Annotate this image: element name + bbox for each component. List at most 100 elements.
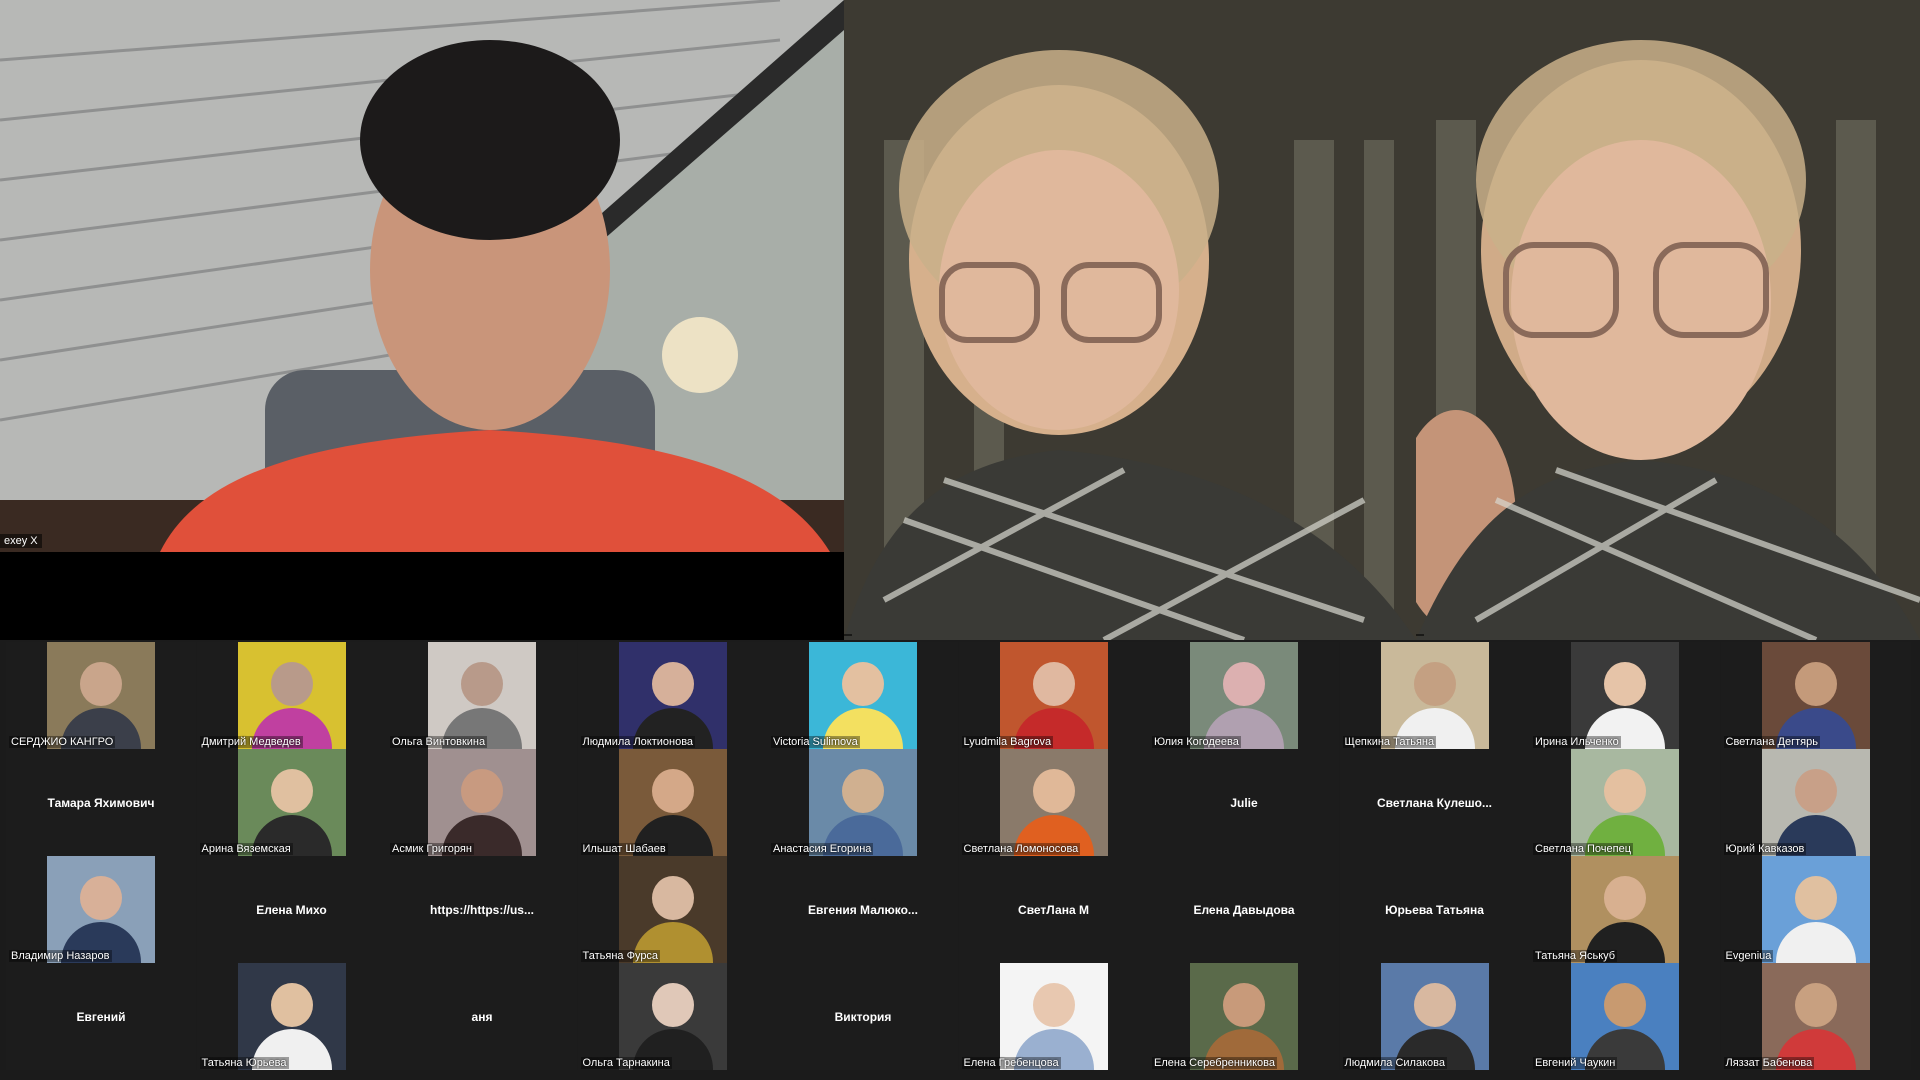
participant-name: Татьяна Яськуб (1533, 950, 1618, 962)
participant-tile[interactable]: https://https://us... (387, 856, 577, 963)
speaker-video-1[interactable]: exey X (0, 0, 844, 552)
participant-name-placeholder: Тамара Яхимович (47, 795, 155, 810)
speaker-3-video-frame (1416, 0, 1920, 640)
participant-name: Юлия Когодеева (1152, 736, 1241, 748)
participant-name: Татьяна Фурса (580, 950, 661, 962)
participant-name: Юрий Кавказов (1723, 843, 1807, 855)
participant-tile[interactable]: Ирина Ильченко (1530, 642, 1720, 749)
participant-video (1190, 963, 1298, 1070)
participant-video (428, 749, 536, 856)
speaker-1-video-frame (0, 0, 844, 552)
participant-name: Ольга Тарнакина (580, 1057, 672, 1069)
participant-video (999, 749, 1108, 856)
participant-name-placeholder: Светлана Кулешо... (1377, 795, 1492, 810)
participant-tile[interactable]: Дмитрий Медведев (196, 642, 387, 749)
participant-tile[interactable]: Татьяна Яськуб (1530, 856, 1720, 963)
participant-name: Татьяна Юрьева (199, 1057, 289, 1069)
participant-name-placeholder: https://https://us... (430, 902, 534, 917)
participant-tile[interactable]: Татьяна Фурса (577, 856, 768, 963)
participant-tile[interactable]: Елена Гребенцова (958, 963, 1149, 1070)
participant-tile[interactable]: Елена Михо (196, 856, 387, 963)
participant-tile[interactable]: Ольга Тарнакина (577, 963, 768, 1070)
speaker-3-name (1416, 634, 1424, 636)
participant-name: Светлана Дегтярь (1723, 736, 1820, 748)
participant-tile[interactable]: Lyudmila Bagrova (958, 642, 1149, 749)
speaker-2-name (844, 634, 852, 636)
participant-tile[interactable]: Светлана Почепец (1530, 749, 1720, 856)
participant-tile[interactable]: Тамара Яхимович (6, 749, 196, 856)
speaker-2-video-frame (844, 0, 1416, 640)
participant-video (618, 749, 727, 856)
participant-tile[interactable]: Ольга Винтовкина (387, 642, 577, 749)
participant-video (1571, 856, 1679, 963)
participant-name: Людмила Силакова (1342, 1057, 1447, 1069)
participant-tile[interactable]: Юрий Кавказов (1720, 749, 1911, 856)
participant-name-placeholder: Евгений (76, 1009, 126, 1024)
participant-video (47, 856, 155, 963)
participant-tile[interactable]: Елена Давыдова (1149, 856, 1339, 963)
participant-tile[interactable]: Victoria Sulimova (768, 642, 958, 749)
participant-video (809, 749, 917, 856)
participant-video (1761, 749, 1870, 856)
participant-video (237, 749, 346, 856)
participant-tile[interactable]: Щепкина Татьяна (1339, 642, 1530, 749)
participant-name-placeholder: Юрьева Татьяна (1385, 902, 1484, 917)
participant-video (237, 642, 346, 749)
participant-tile[interactable]: Виктория (768, 963, 958, 1070)
participant-tile[interactable]: Юлия Когодеева (1149, 642, 1339, 749)
participant-tile[interactable]: СветЛана М (958, 856, 1149, 963)
participant-name: Щепкина Татьяна (1342, 736, 1437, 748)
participant-video (237, 963, 346, 1070)
speaker-video-3[interactable] (1416, 0, 1920, 640)
participant-name: Ирина Ильченко (1533, 736, 1621, 748)
participant-gallery: СЕРДЖИО КАНГРО Дмитрий Медведев Ольга Винт… (0, 640, 1920, 1080)
participant-tile[interactable]: Асмик Григорян (387, 749, 577, 856)
participant-tile[interactable]: Людмила Силакова (1339, 963, 1530, 1070)
participant-video (1380, 642, 1489, 749)
participant-tile[interactable]: Юрьева Татьяна (1339, 856, 1530, 963)
participant-name: Асмик Григорян (390, 843, 474, 855)
participant-tile[interactable]: Людмила Локтионова (577, 642, 768, 749)
participant-name: Арина Вяземская (199, 843, 293, 855)
participant-tile[interactable]: Евгений (6, 963, 196, 1070)
participant-tile[interactable]: аня (387, 963, 577, 1070)
participant-name: Lyudmila Bagrova (961, 736, 1054, 748)
participant-video (999, 642, 1108, 749)
participant-tile[interactable]: Владимир Назаров (6, 856, 196, 963)
participant-name: Ляззат Бабенова (1723, 1057, 1815, 1069)
participant-tile[interactable]: Елена Серебренникова (1149, 963, 1339, 1070)
participant-video (1571, 642, 1679, 749)
speaker-video-2[interactable] (844, 0, 1416, 640)
participant-tile[interactable]: Евгений Чаукин (1530, 963, 1720, 1070)
participant-tile[interactable]: Ильшат Шабаев (577, 749, 768, 856)
participant-tile[interactable]: Светлана Дегтярь (1720, 642, 1911, 749)
participant-name-placeholder: Julie (1230, 795, 1258, 810)
participant-video (1761, 963, 1870, 1070)
participant-tile[interactable]: Евгения Малюко... (768, 856, 958, 963)
participant-tile[interactable]: Evgeniua (1720, 856, 1911, 963)
participant-video (999, 963, 1108, 1070)
participant-tile[interactable]: Арина Вяземская (196, 749, 387, 856)
participant-name: Ольга Винтовкина (390, 736, 488, 748)
participant-video (618, 963, 727, 1070)
participant-tile[interactable]: Ляззат Бабенова (1720, 963, 1911, 1070)
participant-video (1761, 642, 1870, 749)
participant-tile[interactable]: Анастасия Егорина (768, 749, 958, 856)
participant-name: Светлана Ломоносова (961, 843, 1081, 855)
participant-name-placeholder: Елена Михо (256, 902, 327, 917)
participant-tile[interactable]: СЕРДЖИО КАНГРО (6, 642, 196, 749)
participant-name: Елена Серебренникова (1152, 1057, 1278, 1069)
participant-tile[interactable]: Светлана Кулешо... (1339, 749, 1530, 856)
participant-name: Анастасия Егорина (771, 843, 874, 855)
participant-video (1380, 963, 1489, 1070)
participant-name: Evgeniua (1723, 950, 1774, 962)
participant-video (618, 642, 727, 749)
participant-name-placeholder: Виктория (834, 1009, 892, 1024)
participant-tile[interactable]: Julie (1149, 749, 1339, 856)
participant-name-placeholder: аня (471, 1009, 493, 1024)
participant-name: Victoria Sulimova (771, 736, 860, 748)
participant-video (618, 856, 727, 963)
participant-tile[interactable]: Светлана Ломоносова (958, 749, 1149, 856)
participant-tile[interactable]: Татьяна Юрьева (196, 963, 387, 1070)
participant-name: Ильшат Шабаев (580, 843, 668, 855)
